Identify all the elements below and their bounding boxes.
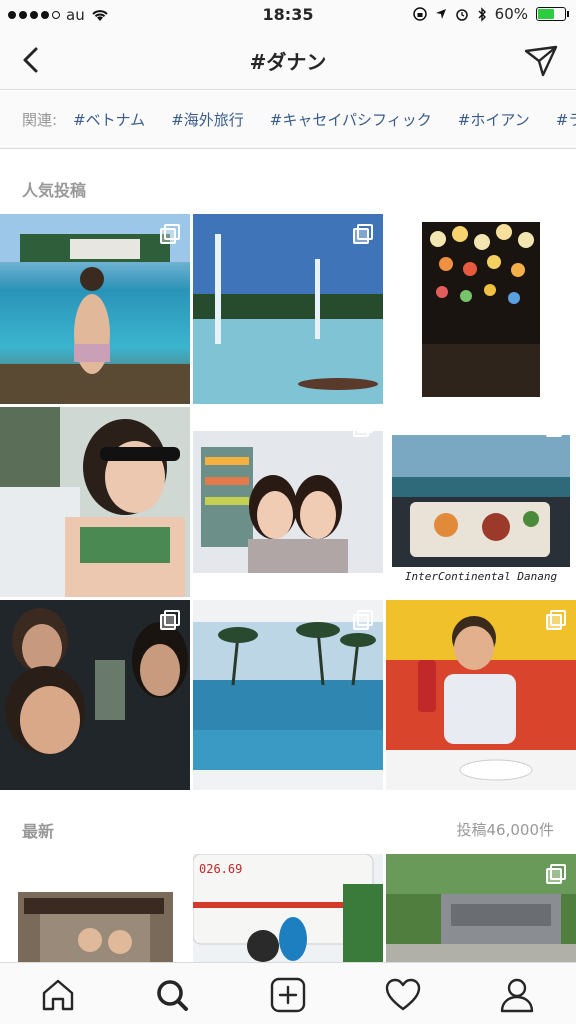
post-tile[interactable] — [193, 214, 383, 404]
related-tag-cathay-pacific[interactable]: #キャセイパシフィック — [270, 109, 432, 130]
rotation-lock-icon — [412, 7, 427, 21]
bottom-nav — [0, 962, 576, 1024]
multiple-photos-icon — [351, 417, 373, 439]
post-caption: 026.69 — [199, 862, 243, 876]
add-post-icon[interactable] — [268, 975, 308, 1015]
post-tile[interactable] — [386, 214, 576, 404]
multiple-photos-icon — [544, 417, 566, 439]
send-button[interactable] — [522, 42, 560, 80]
alarm-icon — [455, 9, 468, 21]
home-icon[interactable] — [38, 975, 78, 1015]
related-tag-more[interactable]: #ラ — [556, 109, 576, 130]
multiple-photos-icon — [158, 224, 180, 246]
post-tile[interactable] — [193, 407, 383, 597]
search-icon[interactable] — [152, 975, 192, 1015]
post-tile[interactable] — [0, 407, 190, 597]
page-title: #ダナン — [249, 50, 327, 74]
header: #ダナン — [0, 30, 576, 90]
multiple-photos-icon — [544, 224, 566, 246]
status-bar: au 18:35 60% — [0, 0, 576, 30]
related-tag-hoian[interactable]: #ホイアン — [458, 109, 530, 130]
related-tag-vietnam[interactable]: #ベトナム — [73, 109, 145, 130]
post-tile[interactable]: 026.69 — [193, 854, 383, 962]
post-count: 投稿46,000件 — [456, 821, 555, 839]
status-right: 60% — [412, 5, 569, 23]
multiple-photos-icon — [158, 864, 180, 886]
bluetooth-icon — [478, 6, 486, 22]
post-tile[interactable] — [386, 854, 576, 962]
multiple-photos-icon — [158, 610, 180, 632]
heart-icon[interactable] — [383, 975, 423, 1015]
location-icon — [435, 9, 446, 19]
post-caption: InterContinental Danang — [404, 570, 558, 583]
post-tile[interactable]: InterContinental Danang — [386, 407, 576, 597]
related-tag-overseas-travel[interactable]: #海外旅行 — [171, 109, 244, 130]
battery-percent: 60% — [494, 5, 528, 23]
post-tile[interactable] — [386, 600, 576, 790]
multiple-photos-icon — [544, 610, 566, 632]
related-tags-bar: 関連: #ベトナム #海外旅行 #キャセイパシフィック #ホイアン #ラ — [0, 91, 576, 149]
multiple-photos-icon — [351, 224, 373, 246]
battery-icon — [536, 7, 569, 21]
top-posts-title: 人気投稿 — [22, 181, 87, 200]
multiple-photos-icon — [544, 864, 566, 886]
recent-title: 最新 — [22, 822, 55, 841]
post-tile[interactable] — [0, 854, 190, 962]
multiple-photos-icon — [351, 610, 373, 632]
post-tile[interactable] — [193, 600, 383, 790]
post-tile[interactable] — [0, 600, 190, 790]
profile-icon[interactable] — [497, 975, 537, 1015]
post-thumbnail — [0, 407, 190, 597]
related-label: 関連: — [22, 111, 58, 129]
post-tile[interactable] — [0, 214, 190, 404]
